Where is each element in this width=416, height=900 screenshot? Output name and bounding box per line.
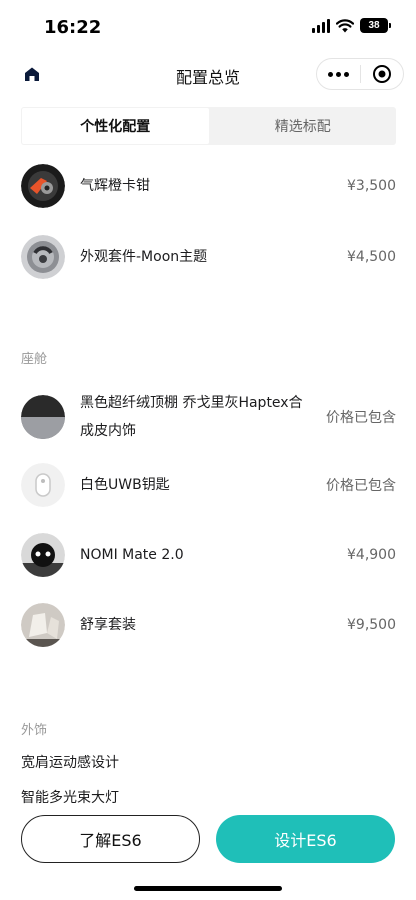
list-item[interactable]: 气辉橙卡钳 ¥3,500 — [21, 164, 396, 208]
target-close-icon[interactable] — [361, 59, 404, 89]
list-item[interactable]: 白色UWB钥匙 价格已包含 — [21, 463, 396, 507]
mini-program-capsule — [316, 58, 404, 90]
item-price: ¥9,500 — [347, 617, 396, 633]
list-item[interactable]: NOMI Mate 2.0 ¥4,900 — [21, 533, 396, 577]
section-label-cabin: 座舱 — [21, 352, 48, 367]
status-time: 16:22 — [44, 17, 102, 38]
learn-es6-button[interactable]: 了解ES6 — [21, 815, 200, 863]
list-item[interactable]: 黑色超纤绒顶棚 乔戈里灰Haptex合成皮内饰 价格已包含 — [21, 389, 396, 445]
tab-standard[interactable]: 精选标配 — [210, 107, 397, 145]
cellular-signal-icon — [312, 18, 330, 33]
item-price: ¥3,500 — [347, 178, 396, 194]
list-item: 宽肩运动感设计 — [21, 755, 119, 771]
item-name: 舒享套装 — [80, 617, 136, 633]
item-name: NOMI Mate 2.0 — [80, 547, 184, 563]
wifi-icon — [336, 18, 354, 32]
design-es6-button[interactable]: 设计ES6 — [216, 815, 395, 863]
tab-personalized[interactable]: 个性化配置 — [22, 108, 209, 144]
nav-bar: 配置总览 — [0, 52, 416, 96]
list-item[interactable]: 舒享套装 ¥9,500 — [21, 603, 396, 647]
item-name: 外观套件-Moon主题 — [80, 249, 208, 265]
uwb-key-thumbnail — [21, 463, 65, 507]
more-dots-icon[interactable] — [317, 59, 360, 89]
item-price: 价格已包含 — [326, 478, 396, 494]
status-icons: 38 — [312, 18, 391, 33]
status-bar: 16:22 38 — [0, 0, 416, 52]
nomi-mate-thumbnail — [21, 533, 65, 577]
section-label-exterior: 外饰 — [21, 723, 48, 738]
item-name: 白色UWB钥匙 — [80, 477, 170, 493]
bottom-action-bar: 了解ES6 设计ES6 — [0, 804, 416, 900]
comfort-package-thumbnail — [21, 603, 65, 647]
home-indicator — [134, 886, 282, 891]
item-price: ¥4,900 — [347, 547, 396, 563]
caliper-thumbnail — [21, 164, 65, 208]
item-price: 价格已包含 — [326, 410, 396, 426]
item-price: ¥4,500 — [347, 249, 396, 265]
item-name: 黑色超纤绒顶棚 乔戈里灰Haptex合成皮内饰 — [80, 395, 303, 439]
item-name: 气辉橙卡钳 — [80, 178, 150, 194]
battery-icon: 38 — [360, 18, 391, 33]
list-item[interactable]: 外观套件-Moon主题 ¥4,500 — [21, 235, 396, 279]
wheel-thumbnail — [21, 235, 65, 279]
config-tabs: 个性化配置 精选标配 — [21, 107, 396, 145]
headliner-thumbnail — [21, 395, 65, 439]
